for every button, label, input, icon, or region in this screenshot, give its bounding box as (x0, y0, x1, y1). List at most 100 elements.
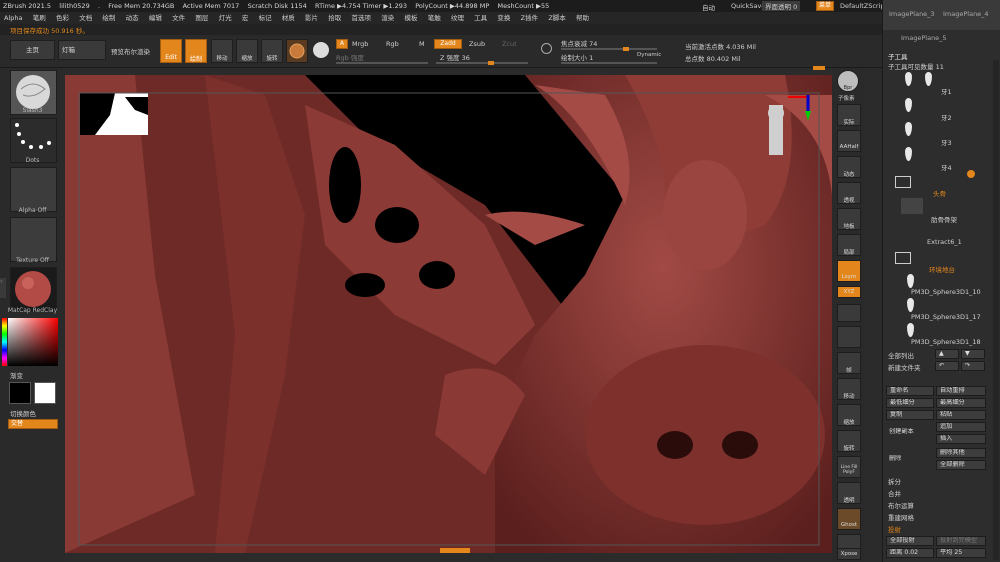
menu-dynamics[interactable]: 动态 (122, 12, 143, 24)
canvas-viewport[interactable] (65, 75, 832, 553)
project-all-button[interactable]: 全部投射 (886, 536, 934, 546)
xpose-button[interactable]: Xpose (837, 548, 861, 560)
rename-button[interactable]: 重命名 (886, 386, 934, 396)
ribcage-label[interactable]: 肋骨骨架 (931, 214, 957, 224)
folder2-icon[interactable] (895, 252, 911, 264)
secondary-color-swatch[interactable] (34, 382, 56, 404)
menu-light[interactable]: 灯光 (215, 12, 236, 24)
imageplane-5-label[interactable]: ImagePlane_5 (901, 34, 947, 42)
rgb-intensity-track[interactable] (336, 62, 428, 64)
folder-icon[interactable] (895, 176, 911, 188)
transp-button[interactable]: 透明 (837, 482, 861, 504)
z-intensity-slider[interactable]: Z 强度 36 (440, 52, 470, 62)
menu-color[interactable]: 色彩 (52, 12, 73, 24)
zcut-toggle[interactable]: Zcut (502, 40, 517, 48)
gizmo-button[interactable] (837, 326, 861, 348)
menu-stroke[interactable]: 笔触 (424, 12, 445, 24)
sphere-18-label[interactable]: PM3D_Sphere3D1_18 (911, 338, 981, 346)
hue-slider[interactable] (2, 318, 7, 366)
rotate-button[interactable]: 旋转 (261, 39, 283, 63)
delete-all-button[interactable]: 全部删除 (936, 460, 986, 470)
menu-layer[interactable]: 图层 (191, 12, 212, 24)
move-down-button[interactable]: ▼ (961, 349, 985, 359)
rgb-toggle[interactable]: Rgb (386, 40, 399, 48)
tooth-2-thumbnail[interactable] (905, 98, 912, 112)
project-shadow-button[interactable]: 投射到完模型 (936, 536, 986, 546)
delete-other-button[interactable]: 删除其他 (936, 448, 986, 458)
edit-button[interactable]: Edit (160, 39, 182, 63)
zadd-toggle[interactable]: Zadd (434, 39, 462, 49)
draw-button[interactable]: 绘制 (185, 39, 207, 63)
sphere-10-label[interactable]: PM3D_Sphere3D1_10 (911, 288, 981, 296)
copy-button[interactable]: 复制 (886, 410, 934, 420)
home-button[interactable]: 主页 (10, 40, 55, 60)
tooth-3-thumbnail[interactable] (905, 122, 912, 136)
sphere-17-label[interactable]: PM3D_Sphere3D1_17 (911, 313, 981, 321)
menu-draw[interactable]: 绘制 (98, 12, 119, 24)
list-all-button[interactable]: 全部列出 (888, 350, 914, 360)
visible-count-slider[interactable]: 子工具可见数量 11 (888, 61, 944, 71)
floor-button[interactable]: 地板 (837, 208, 861, 230)
folder-skull-label[interactable]: 头骨 (933, 188, 946, 198)
menu-stencil[interactable]: 模板 (400, 12, 421, 24)
alpha-thumbnail[interactable] (10, 167, 57, 212)
menu-texture[interactable]: 纹理 (447, 12, 468, 24)
m-toggle[interactable]: M (419, 40, 425, 48)
lightbox-button[interactable]: 灯箱 (58, 40, 106, 60)
subtool-item-1[interactable]: 牙1 (941, 86, 952, 96)
switch-color-button[interactable]: 切换颜色 (10, 408, 36, 418)
rgb-intensity-slider[interactable]: Rgb 强度 (336, 52, 364, 62)
menu-alpha[interactable]: Alpha (0, 12, 26, 24)
aahalf-button[interactable]: AAHalf (837, 130, 861, 152)
project-section[interactable]: 投射 (888, 524, 901, 534)
material-thumbnail[interactable] (10, 267, 57, 312)
menu-movie[interactable]: 影片 (301, 12, 322, 24)
draw-size-track[interactable] (561, 62, 657, 64)
ui-transparency-slider[interactable]: 界面透明 0 (762, 1, 801, 11)
menu-edit[interactable]: 编辑 (145, 12, 166, 24)
mrgb-toggle[interactable]: Mrgb (352, 40, 368, 48)
highest-subdiv-button[interactable]: 最高细分 (936, 398, 986, 408)
default-zscript-button[interactable]: DefaultZScript (840, 2, 887, 10)
subtool-item-3[interactable]: 牙3 (941, 137, 952, 147)
lowest-subdiv-button[interactable]: 最低细分 (886, 398, 934, 408)
move-view-button[interactable]: 移动 (837, 378, 861, 400)
tooth-4-thumbnail[interactable] (905, 147, 912, 161)
menu-macro[interactable]: 宏 (238, 12, 253, 24)
rotate-axis-button[interactable] (837, 304, 861, 322)
alternate-button[interactable]: 交替 (8, 419, 58, 429)
menu-help[interactable]: 帮助 (572, 12, 593, 24)
menu-marker[interactable]: 标记 (255, 12, 276, 24)
focal-shift-slider[interactable]: 焦点衰减 74 (561, 38, 597, 48)
extract-label[interactable]: Extract6_1 (927, 238, 962, 246)
sphere-18-thumbnail[interactable] (907, 323, 914, 337)
zsub-toggle[interactable]: Zsub (469, 40, 485, 48)
split-section[interactable]: 拆分 (888, 476, 901, 486)
color-picker[interactable] (8, 318, 58, 366)
subtool-item-4[interactable]: 牙4 (941, 162, 952, 172)
texture-thumbnail[interactable] (10, 217, 57, 262)
a-toggle[interactable]: A (336, 39, 348, 49)
draw-size-slider[interactable]: 绘制大小 1 (561, 52, 593, 62)
tooth-1b-thumbnail[interactable] (925, 72, 932, 86)
move-button[interactable]: 移动 (211, 39, 233, 63)
menu-tool[interactable]: 工具 (470, 12, 491, 24)
folder-environment-label[interactable]: 环境地台 (929, 264, 955, 274)
persp-button[interactable]: 透视 (837, 182, 861, 204)
menu-picker[interactable]: 拾取 (324, 12, 345, 24)
menu-transform[interactable]: 变换 (493, 12, 514, 24)
gyro-icon[interactable] (313, 42, 329, 58)
ghost-button[interactable]: Ghost (837, 508, 861, 530)
dynamic-button[interactable]: 动态 (837, 156, 861, 178)
distance-slider[interactable]: 距离 0.02 (886, 548, 934, 558)
subtool-scrollbar[interactable] (993, 60, 999, 560)
z-intensity-track[interactable] (436, 61, 528, 65)
menu-preferences[interactable]: 首选项 (348, 12, 376, 24)
xyz-button[interactable]: XYZ (837, 286, 861, 298)
scale-view-button[interactable]: 缩放 (837, 404, 861, 426)
menu-material[interactable]: 材质 (278, 12, 299, 24)
menus-button[interactable]: 菜单 (816, 1, 834, 11)
menu-zscript[interactable]: Z脚本 (544, 12, 569, 24)
dynamic-toggle[interactable]: Dynamic (637, 52, 661, 58)
autoreorder-button[interactable]: 自动重排 (936, 386, 986, 396)
